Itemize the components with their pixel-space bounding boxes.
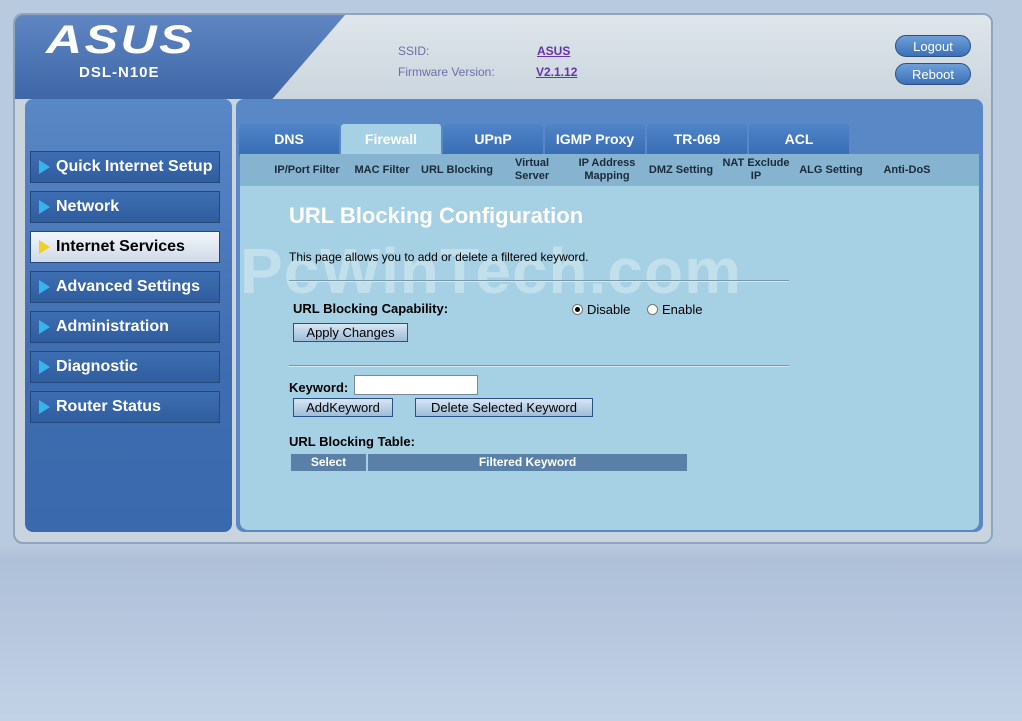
radio-icon[interactable] [647, 304, 658, 315]
tab-upnp[interactable]: UPnP [443, 124, 543, 155]
logout-button[interactable]: Logout [895, 35, 971, 57]
ssid-value[interactable]: ASUS [537, 44, 570, 58]
tab-tr-069[interactable]: TR-069 [647, 124, 747, 155]
sidebar-item-label: Internet Services [56, 238, 185, 255]
sidebar-item-network[interactable]: Network [30, 191, 220, 223]
subtab-ip-address-mapping[interactable]: IP Address Mapping [568, 154, 646, 186]
sidebar-item-quick-internet-setup[interactable]: Quick Internet Setup [30, 151, 220, 183]
sidebar-item-label: Diagnostic [56, 358, 138, 375]
page-description: This page allows you to add or delete a … [289, 250, 589, 264]
table-label: URL Blocking Table: [289, 434, 415, 449]
subtab-ip-port-filter[interactable]: IP/Port Filter [268, 154, 346, 186]
arrow-icon [39, 160, 50, 174]
tab-acl[interactable]: ACL [749, 124, 849, 155]
table-header-select: Select [291, 454, 366, 471]
firmware-value[interactable]: V2.1.12 [536, 65, 577, 79]
keyword-label: Keyword: [289, 380, 349, 395]
sidebar-item-advanced-settings[interactable]: Advanced Settings [30, 271, 220, 303]
add-keyword-button[interactable]: AddKeyword [293, 398, 393, 417]
capability-label: URL Blocking Capability: [293, 301, 449, 316]
reboot-button[interactable]: Reboot [895, 63, 971, 85]
apply-changes-button[interactable]: Apply Changes [293, 323, 408, 342]
arrow-icon [39, 360, 50, 374]
subtab-alg-setting[interactable]: ALG Setting [795, 154, 867, 186]
delete-selected-keyword-button[interactable]: Delete Selected Keyword [415, 398, 593, 417]
sidebar-item-label: Advanced Settings [56, 278, 201, 295]
radio-enable[interactable]: Enable [647, 302, 702, 317]
sidebar-item-label: Router Status [56, 398, 161, 415]
sidebar-item-router-status[interactable]: Router Status [30, 391, 220, 423]
sidebar-item-label: Network [56, 198, 120, 215]
firmware-label: Firmware Version: [398, 65, 495, 79]
tab-firewall[interactable]: Firewall [341, 124, 441, 155]
subtab-anti-dos[interactable]: Anti-DoS [872, 154, 942, 186]
radio-icon[interactable] [572, 304, 583, 315]
tab-igmp-proxy[interactable]: IGMP Proxy [545, 124, 645, 155]
arrow-icon [39, 320, 50, 334]
sidebar-item-diagnostic[interactable]: Diagnostic [30, 351, 220, 383]
asus-logo: ASUS [46, 18, 195, 62]
subtab-url-blocking[interactable]: URL Blocking [418, 154, 496, 186]
divider [289, 280, 789, 282]
watermark: PcWinTech.com [240, 235, 742, 307]
sidebar-item-label: Administration [56, 318, 169, 335]
arrow-icon [39, 240, 50, 254]
subtab-mac-filter[interactable]: MAC Filter [348, 154, 416, 186]
subtab-nat-exclude-ip[interactable]: NAT Exclude IP [720, 154, 792, 186]
arrow-icon [39, 400, 50, 414]
sidebar-item-administration[interactable]: Administration [30, 311, 220, 343]
radio-enable-label: Enable [662, 302, 703, 317]
arrow-icon [39, 280, 50, 294]
model-name: DSL-N10E [79, 64, 160, 81]
sidebar-item-label: Quick Internet Setup [56, 158, 213, 175]
divider [289, 365, 789, 367]
subtab-virtual-server[interactable]: Virtual Server [504, 154, 560, 186]
page-title: URL Blocking Configuration [289, 203, 584, 228]
arrow-icon [39, 200, 50, 214]
sidebar-item-internet-services[interactable]: Internet Services [30, 231, 220, 263]
ssid-label: SSID: [398, 44, 430, 58]
radio-disable[interactable]: Disable [572, 302, 630, 317]
tab-dns[interactable]: DNS [239, 124, 339, 155]
table-header-filtered-keyword: Filtered Keyword [368, 454, 687, 471]
keyword-input[interactable] [354, 375, 478, 395]
radio-disable-label: Disable [587, 302, 631, 317]
subtab-dmz-setting[interactable]: DMZ Setting [644, 154, 718, 186]
